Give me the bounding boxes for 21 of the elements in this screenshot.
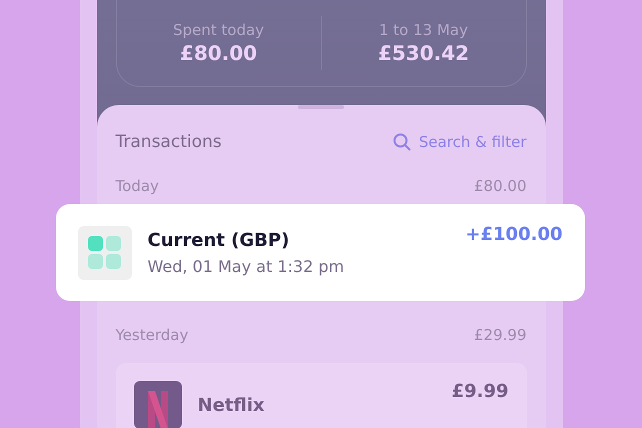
group-date: Today [116,177,159,195]
section-title: Transactions [116,132,222,152]
transaction-card[interactable]: Netflix £9.99 [116,363,526,428]
stat-label: 1 to 13 May [378,21,468,39]
group-date: Yesterday [116,326,188,344]
transaction-amount: +£100.00 [465,224,562,245]
group-total: £80.00 [474,177,526,195]
stat-value: £80.00 [180,41,258,65]
transaction-time: Wed, 01 May at 1:32 pm [148,256,346,276]
group-total: £29.99 [474,326,526,344]
search-filter-link[interactable]: Search & filter [392,133,526,151]
stripe-logo-icon [134,381,182,428]
transaction-card[interactable]: Current (GBP) Wed, 01 May at 1:32 pm +£100.00 [56,204,584,301]
grid-icon [78,226,132,280]
transaction-amount: £9.99 [452,381,508,402]
search-icon [392,133,411,151]
stat-value: £530.42 [378,41,470,65]
transaction-title: Netflix [198,394,266,416]
drag-handle[interactable] [298,105,344,109]
stat-label: Spent today [172,21,264,39]
transaction-title: Current (GBP) [148,230,290,250]
